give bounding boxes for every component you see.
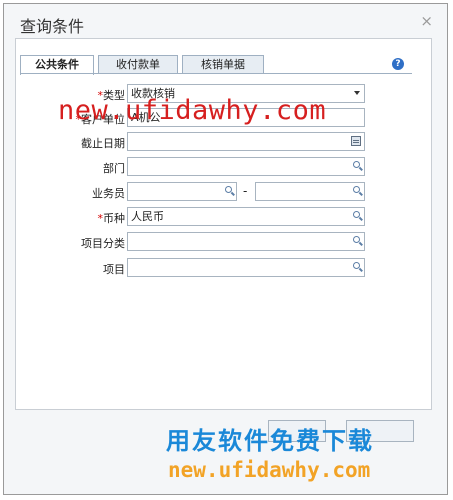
salesperson-label: 业务员	[92, 187, 125, 200]
tab-verification-docs[interactable]: 核销单据	[182, 55, 264, 74]
search-icon[interactable]	[353, 161, 360, 168]
watermark-slogan: 用友软件免费下载	[166, 427, 374, 455]
range-separator: -	[243, 184, 248, 198]
search-icon[interactable]	[353, 211, 360, 218]
search-icon[interactable]	[353, 236, 360, 243]
currency-field[interactable]: 人民币	[127, 207, 365, 226]
chevron-down-icon	[354, 91, 360, 95]
department-field[interactable]	[127, 157, 365, 176]
search-icon[interactable]	[225, 186, 232, 193]
project-category-field[interactable]	[127, 232, 365, 251]
salesperson-from-field[interactable]	[127, 182, 237, 201]
tab-divider	[20, 73, 412, 74]
dialog-titlebar: 查询条件 ×	[4, 4, 447, 40]
close-icon[interactable]: ×	[420, 12, 433, 30]
currency-label: *币种	[97, 212, 126, 225]
department-label: 部门	[103, 162, 125, 175]
calendar-icon[interactable]	[351, 136, 361, 146]
search-icon[interactable]	[353, 262, 360, 269]
search-icon[interactable]	[353, 186, 360, 193]
project-field[interactable]	[127, 258, 365, 277]
help-icon[interactable]: ?	[392, 58, 404, 70]
cutoff-date-field[interactable]	[127, 132, 365, 151]
tab-receipt-payment[interactable]: 收付款单	[98, 55, 178, 74]
cutoff-date-label: 截止日期	[81, 137, 125, 150]
salesperson-to-field[interactable]	[255, 182, 365, 201]
project-label: 项目	[103, 263, 125, 276]
project-category-label: 项目分类	[81, 237, 125, 250]
watermark-url-top: new.ufidawhy.com	[58, 95, 327, 126]
dialog-title: 查询条件	[20, 17, 85, 36]
watermark-url-bottom: new.ufidawhy.com	[168, 458, 371, 482]
tab-common-conditions[interactable]: 公共条件	[20, 55, 94, 75]
currency-value: 人民币	[131, 210, 164, 223]
